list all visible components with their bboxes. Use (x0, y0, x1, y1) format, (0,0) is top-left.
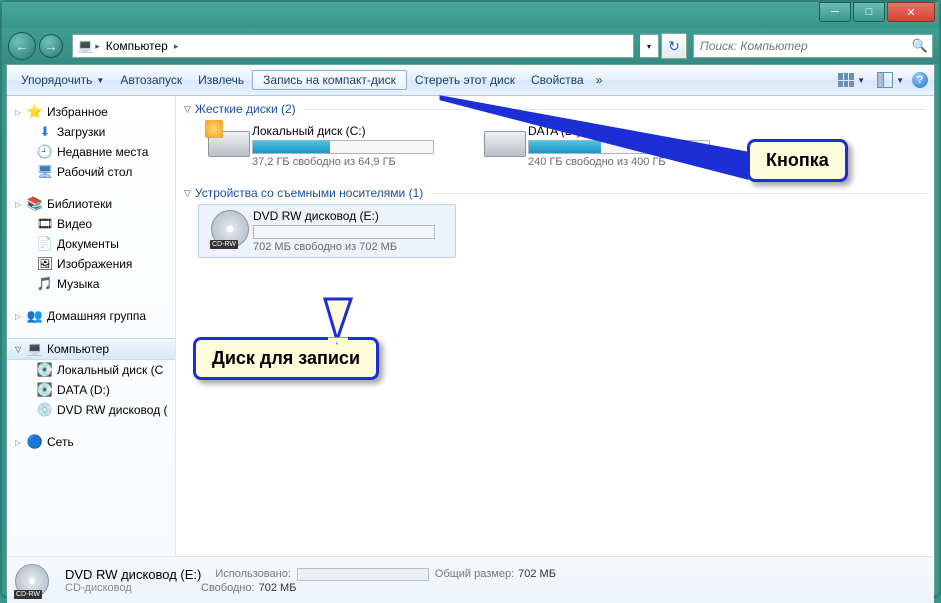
sidebar-item-recent[interactable]: 🕘Недавние места (7, 142, 175, 162)
chevron-right-icon: ▸ (93, 41, 102, 52)
sidebar-network[interactable]: ▷🔵Сеть (7, 432, 175, 452)
disc-icon: 💿 (37, 402, 53, 418)
usage-bar (297, 568, 429, 581)
properties-button[interactable]: Свойства (523, 70, 592, 90)
view-mode-button[interactable]: ▼ (834, 70, 869, 90)
chevron-down-icon: ▼ (96, 76, 104, 85)
usage-bar (528, 140, 710, 154)
sidebar-item-pictures[interactable]: 🖼Изображения (7, 254, 175, 274)
pane-icon (877, 72, 893, 88)
music-icon: 🎵 (37, 276, 53, 292)
category-removable[interactable]: ▽Устройства со съемными носителями (1) (184, 184, 926, 202)
drive-free-text: 37,2 ГБ свободно из 64,9 ГБ (252, 156, 446, 168)
search-box[interactable]: 🔍 (693, 34, 933, 58)
drive-dvd-rw[interactable]: CD-RW DVD RW дисковод (E:) 702 МБ свобод… (198, 204, 456, 258)
drive-free-text: 240 ГБ свободно из 400 ГБ (528, 156, 722, 168)
video-icon: 🎞 (37, 216, 53, 232)
minimize-button[interactable]: ─ (819, 2, 851, 22)
drive-icon (208, 131, 250, 157)
preview-pane-button[interactable]: ▼ (873, 69, 908, 91)
chevron-right-icon: ▸ (172, 41, 181, 52)
drive-icon (484, 131, 526, 157)
sidebar-item-video[interactable]: 🎞Видео (7, 214, 175, 234)
sidebar-computer[interactable]: ▽💻Компьютер (7, 338, 175, 360)
drive-name: DVD RW дисковод (E:) (253, 209, 447, 223)
sidebar-item-downloads[interactable]: ⬇Загрузки (7, 122, 175, 142)
used-label: Использовано: (215, 568, 291, 580)
picture-icon: 🖼 (37, 256, 53, 272)
homegroup-icon: 👥 (27, 308, 43, 324)
annotation-button-label: Кнопка (747, 139, 848, 182)
explorer-frame: Упорядочить▼ Автозапуск Извлечь Запись н… (6, 64, 935, 594)
command-toolbar: Упорядочить▼ Автозапуск Извлечь Запись н… (7, 65, 934, 96)
usage-bar (253, 225, 435, 239)
address-dropdown[interactable]: ▾ (640, 34, 659, 58)
drive-free-text: 702 МБ свободно из 702 МБ (253, 241, 447, 253)
sidebar-item-drive-d[interactable]: 💽DATA (D:) (7, 380, 175, 400)
sidebar-item-music[interactable]: 🎵Музыка (7, 274, 175, 294)
chevron-down-icon: ▾ (647, 42, 651, 51)
drive-c[interactable]: Локальный диск (C:) 37,2 ГБ свободно из … (198, 120, 454, 172)
forward-button[interactable]: → (39, 34, 63, 58)
chevron-down-icon: ▼ (896, 76, 904, 85)
download-icon: ⬇ (37, 124, 53, 140)
chevron-down-icon: ▼ (857, 76, 865, 85)
total-label: Общий размер: (435, 568, 514, 580)
free-value: 702 МБ (259, 582, 297, 594)
sidebar-item-documents[interactable]: 📄Документы (7, 234, 175, 254)
navigation-pane: ▷⭐Избранное ⬇Загрузки 🕘Недавние места 🖥Р… (7, 96, 176, 556)
navigation-row: ← → 💻 ▸ Компьютер ▸ ▾ ↻ 🔍 (2, 28, 939, 64)
usage-bar (252, 140, 434, 154)
star-icon: ⭐ (27, 104, 43, 120)
refresh-button[interactable]: ↻ (661, 33, 687, 59)
refresh-icon: ↻ (668, 38, 680, 55)
address-bar[interactable]: 💻 ▸ Компьютер ▸ (72, 34, 634, 58)
computer-icon: 💻 (27, 341, 43, 357)
help-button[interactable]: ? (912, 72, 928, 88)
window-titlebar: ─ □ ✕ (2, 2, 939, 28)
erase-disc-button[interactable]: Стереть этот диск (407, 70, 523, 90)
organize-menu[interactable]: Упорядочить▼ (13, 70, 112, 90)
collapse-icon: ▽ (184, 104, 191, 115)
category-hard-drives[interactable]: ▽Жесткие диски (2) (184, 100, 926, 118)
more-commands-button[interactable]: » (592, 70, 607, 90)
grid-icon (838, 73, 854, 87)
close-button[interactable]: ✕ (887, 2, 935, 22)
sidebar-libraries[interactable]: ▷📚Библиотеки (7, 194, 175, 214)
desktop-icon: 🖥 (37, 164, 53, 180)
details-type: CD-дисковод (65, 582, 201, 594)
details-pane: CD-RW DVD RW дисковод (E:) Использовано:… (7, 556, 934, 603)
details-name: DVD RW дисковод (E:) (65, 567, 201, 582)
collapse-icon: ▽ (184, 188, 191, 199)
autoplay-button[interactable]: Автозапуск (112, 70, 190, 90)
breadcrumb-location[interactable]: Компьютер (102, 37, 172, 55)
sidebar-item-dvd[interactable]: 💿DVD RW дисковод ( (7, 400, 175, 420)
sidebar-item-desktop[interactable]: 🖥Рабочий стол (7, 162, 175, 182)
sidebar-favorites[interactable]: ▷⭐Избранное (7, 102, 175, 122)
drive-icon: 💽 (37, 382, 53, 398)
search-input[interactable] (698, 34, 912, 58)
document-icon: 📄 (37, 236, 53, 252)
annotation-disc-label: Диск для записи (193, 337, 379, 380)
free-label: Свободно: (201, 582, 255, 594)
recent-icon: 🕘 (37, 144, 53, 160)
disc-icon: CD-RW (211, 210, 249, 248)
eject-button[interactable]: Извлечь (190, 70, 252, 90)
search-icon: 🔍 (912, 38, 928, 54)
drive-icon: 💽 (37, 362, 53, 378)
burn-to-disc-button[interactable]: Запись на компакт-диск (252, 70, 407, 90)
computer-icon: 💻 (77, 38, 93, 54)
total-value: 702 МБ (518, 568, 556, 580)
back-button[interactable]: ← (8, 32, 36, 60)
maximize-button[interactable]: □ (853, 2, 885, 22)
drive-name: DATA (D:) (528, 124, 722, 138)
sidebar-item-drive-c[interactable]: 💽Локальный диск (C (7, 360, 175, 380)
sidebar-homegroup[interactable]: ▷👥Домашняя группа (7, 306, 175, 326)
network-icon: 🔵 (27, 434, 43, 450)
details-icon: CD-RW (15, 564, 59, 596)
library-icon: 📚 (27, 196, 43, 212)
drive-d[interactable]: DATA (D:) 240 ГБ свободно из 400 ГБ (474, 120, 730, 172)
drive-name: Локальный диск (C:) (252, 124, 446, 138)
